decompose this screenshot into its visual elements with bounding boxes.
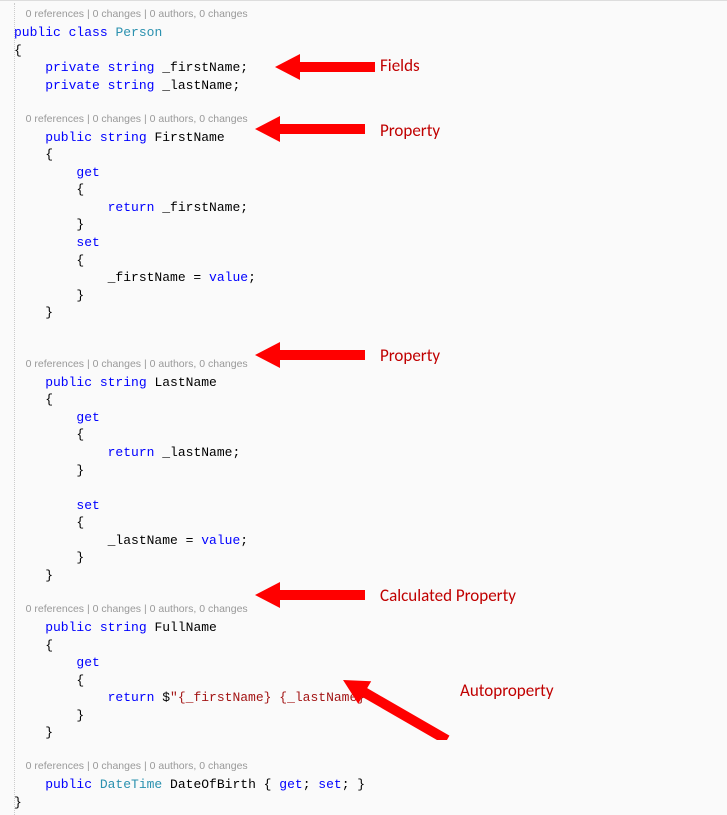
arrow-icon <box>255 338 365 372</box>
code-line: return _lastName; <box>14 444 727 462</box>
annotation-calculated-property: Calculated Property <box>380 585 516 606</box>
code-line: get <box>14 654 727 672</box>
arrow-icon <box>255 578 365 612</box>
code-line: public DateTime DateOfBirth { get; set; … <box>14 776 727 794</box>
code-line: public string LastName <box>14 374 727 392</box>
code-line <box>14 479 727 497</box>
code-line: _firstName = value; <box>14 269 727 287</box>
code-line: { <box>14 391 727 409</box>
code-line: } <box>14 287 727 305</box>
annotation-autoproperty: Autoproperty <box>460 680 554 701</box>
code-line: { <box>14 637 727 655</box>
code-line: } <box>14 304 727 322</box>
code-line <box>14 742 727 760</box>
annotation-property: Property <box>380 345 440 366</box>
code-line <box>14 322 727 340</box>
arrow-icon <box>275 50 375 84</box>
codelens: 0 references | 0 changes | 0 authors, 0 … <box>14 602 727 619</box>
code-line <box>14 94 727 112</box>
code-line: public class Person <box>14 24 727 42</box>
code-line <box>14 339 727 357</box>
codelens: 0 references | 0 changes | 0 authors, 0 … <box>14 112 727 129</box>
annotation-fields: Fields <box>380 55 420 76</box>
codelens: 0 references | 0 changes | 0 authors, 0 … <box>14 357 727 374</box>
code-line: set <box>14 234 727 252</box>
code-line: } <box>14 549 727 567</box>
code-line: set <box>14 497 727 515</box>
annotation-property: Property <box>380 120 440 141</box>
code-line <box>14 584 727 602</box>
codelens: 0 references | 0 changes | 0 authors, 0 … <box>14 7 727 24</box>
code-line: return _firstName; <box>14 199 727 217</box>
code-line: } <box>14 794 727 812</box>
code-line: } <box>14 462 727 480</box>
code-line: { <box>14 181 727 199</box>
code-line: { <box>14 426 727 444</box>
code-line: } <box>14 567 727 585</box>
code-line: public string FirstName <box>14 129 727 147</box>
codelens: 0 references | 0 changes | 0 authors, 0 … <box>14 759 727 776</box>
code-line: } <box>14 216 727 234</box>
code-line: get <box>14 164 727 182</box>
code-line: { <box>14 514 727 532</box>
code-line: { <box>14 252 727 270</box>
arrow-icon <box>255 112 365 146</box>
code-line: _lastName = value; <box>14 532 727 550</box>
code-line: public string FullName <box>14 619 727 637</box>
code-line: get <box>14 409 727 427</box>
code-line: { <box>14 146 727 164</box>
arrow-icon <box>335 680 455 740</box>
